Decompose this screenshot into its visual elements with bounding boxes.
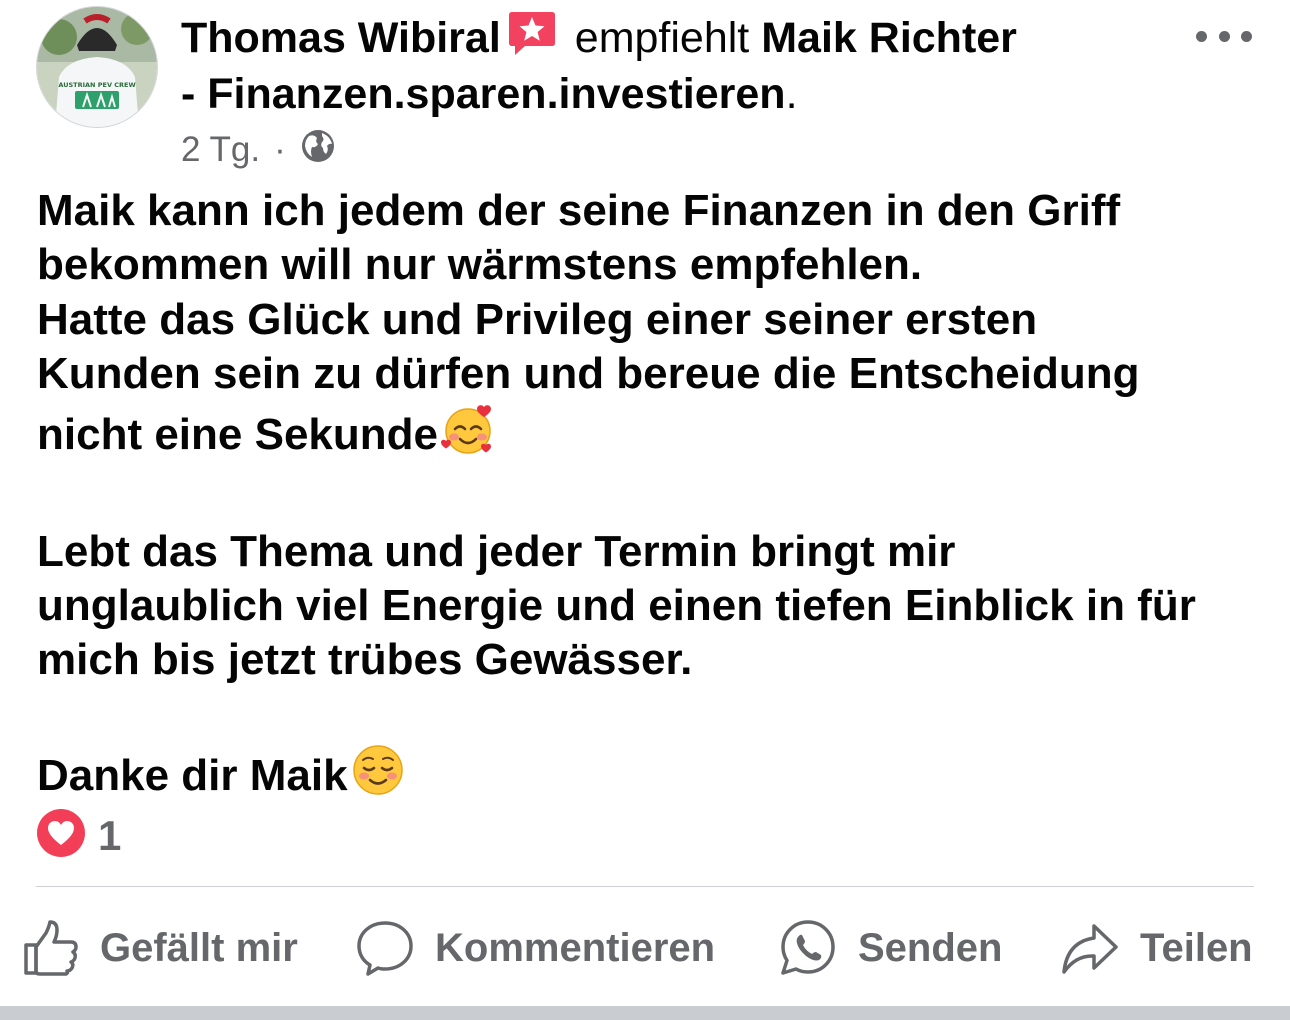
- header-period: .: [785, 70, 798, 118]
- post-line: Maik kann ich jedem der seine Finanzen i…: [37, 186, 1121, 235]
- globe-icon[interactable]: [300, 128, 336, 173]
- more-dot-icon: [1196, 30, 1207, 42]
- comment-label: Kommentieren: [435, 925, 716, 970]
- thumbs-up-icon: [24, 920, 78, 976]
- send-label: Senden: [858, 925, 1003, 970]
- post-line: Danke dir Maik: [37, 750, 348, 800]
- share-label: Teilen: [1140, 925, 1253, 970]
- post-line: unglaublich viel Energie und einen tiefe…: [37, 581, 1196, 631]
- recommended-page-link[interactable]: Maik Richter: [761, 14, 1017, 62]
- post-timestamp[interactable]: 2 Tg.: [181, 130, 260, 170]
- smiling-face-with-hearts-icon: [440, 401, 496, 470]
- more-options-button[interactable]: [1196, 28, 1252, 44]
- more-dot-icon: [1218, 30, 1230, 42]
- post-line: Lebt das Thema und jeder Termin bringt m…: [37, 526, 956, 576]
- reaction-count: 1: [98, 811, 122, 859]
- post-header: Thomas Wibiral empfiehlt Maik Richter: [181, 8, 1191, 72]
- author-avatar[interactable]: AUSTRIAN PEV CREW: [36, 6, 158, 128]
- post-action-bar: Gefällt mir Kommentieren Senden Teilen: [0, 910, 1290, 986]
- meta-separator: ·: [274, 130, 286, 169]
- comment-bubble-icon: [357, 921, 413, 976]
- love-reaction-icon: [36, 808, 86, 863]
- more-dot-icon: [1241, 30, 1252, 42]
- post-text: Maik kann ich jedem der seine Finanzen i…: [37, 184, 1257, 811]
- post-line: nicht eine Sekunde: [37, 410, 438, 460]
- recommends-verb: empfiehlt: [574, 14, 750, 62]
- post-line-with-emoji: Danke dir Maik: [37, 742, 1257, 811]
- avatar-shirt-text: AUSTRIAN PEV CREW: [58, 81, 135, 89]
- post-meta: 2 Tg. ·: [181, 128, 336, 172]
- like-button[interactable]: Gefällt mir: [22, 910, 298, 986]
- post-line: bekommen will nur wärmstens empfehlen.: [37, 240, 923, 290]
- feed-separator: [0, 1006, 1290, 1020]
- post-line: Kunden sein zu dürfen und bereue die Ent…: [37, 348, 1140, 398]
- actions-divider: [36, 886, 1254, 887]
- like-label: Gefällt mir: [100, 925, 298, 970]
- reactions-summary[interactable]: 1: [36, 808, 121, 863]
- star-badge-icon: [507, 10, 557, 72]
- post-line-with-emoji: nicht eine Sekunde: [37, 401, 1257, 470]
- recommended-page-link-continued[interactable]: - Finanzen.sparen.investieren: [181, 70, 786, 118]
- share-arrow-icon: [1062, 924, 1118, 974]
- send-whatsapp-button[interactable]: Senden: [778, 910, 1002, 986]
- post-line: mich bis jetzt trübes Gewässer.: [37, 635, 693, 685]
- whatsapp-icon: [781, 920, 835, 975]
- smiling-face-icon: [350, 742, 406, 811]
- author-name[interactable]: Thomas Wibiral: [181, 14, 501, 62]
- post-header-line2: - Finanzen.sparen.investieren.: [181, 66, 798, 122]
- post-line: Hatte das Glück und Privileg einer seine…: [37, 294, 1038, 344]
- share-button[interactable]: Teilen: [1060, 910, 1253, 986]
- avatar-photo: AUSTRIAN PEV CREW: [37, 7, 157, 127]
- comment-button[interactable]: Kommentieren: [355, 910, 715, 986]
